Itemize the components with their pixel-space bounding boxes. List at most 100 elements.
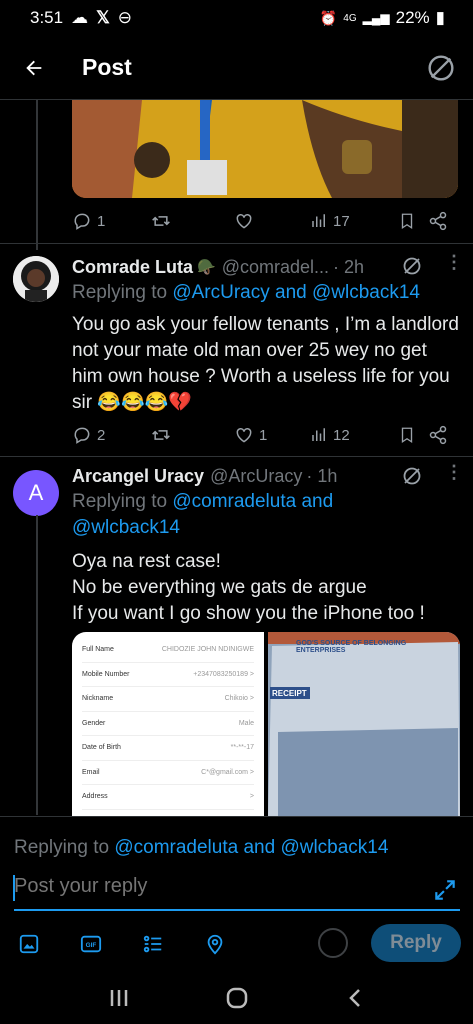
poll-button[interactable] [142,933,164,955]
replying-prefix: Replying to [14,837,110,858]
thread-connector [36,100,38,250]
author-handle[interactable]: @comradel... [222,257,329,278]
profile-row: Nickname Chikoio > [82,687,254,712]
repost-icon [152,430,170,440]
grok-icon[interactable] [400,464,424,488]
profile-screenshot-image[interactable]: Full Name CHIDOZIE JOHN NDINIGWE Mobile N… [72,632,264,816]
home-icon[interactable] [225,986,249,1010]
input-underline [14,909,460,911]
row-label: Mobile Number [82,670,130,678]
expand-icon[interactable] [432,877,458,903]
share-icon [429,211,447,231]
row-label: Nickname [82,695,114,703]
receipt-header-text: GOD'S SOURCE OF BELONGING ENTERPRISES [296,640,407,654]
clock: 3:51 [30,8,64,27]
views-action[interactable]: 12 [310,426,398,444]
row-label: Address [82,793,108,801]
row-value: +2347083250189 > [193,670,254,678]
repost-action[interactable] [150,211,234,231]
tweet[interactable]: Comrade Luta 🪖 @comradel... · 2h Replyin… [72,254,462,416]
view-count: 12 [333,426,350,444]
tweet-text: You go ask your fellow tenants , I’m a l… [72,314,459,413]
repost-action[interactable] [150,425,234,445]
tweet-action-bar: 2 1 12 [72,422,456,448]
reply-to-label: Replying to @comradeluta and @wlcback14 [14,837,388,859]
row-value: CHIDOZIE JOHN NDINIGWE [161,646,254,654]
gif-button[interactable]: GIF [80,933,102,955]
replying-to-links[interactable]: @ArcUracy and @wlcback14 [172,282,420,303]
character-count-ring [318,928,348,958]
tweet-image[interactable] [72,100,458,198]
bookmark-action[interactable] [398,425,428,445]
more-options-icon[interactable]: ⋮ [445,252,463,273]
top-app-bar: Post [0,36,473,100]
system-nav-bar [0,972,473,1024]
reply-action[interactable]: 2 [72,425,150,445]
row-value: Male [238,719,254,727]
signal-icon: ▂▄▆ [362,11,390,25]
page-title: Post [82,54,132,80]
photo-image [72,100,458,198]
grok-icon[interactable] [425,52,457,84]
author-handle[interactable]: @ArcUracy [210,466,302,487]
share-action[interactable] [428,211,448,231]
profile-row: Mobile Number +2347083250189 > [82,663,254,687]
bookmark-action[interactable] [398,211,428,231]
views-action[interactable]: 17 [310,212,398,230]
avatar-image [13,256,59,302]
like-action[interactable] [234,211,310,231]
media-button[interactable] [18,933,40,955]
author-name[interactable]: Comrade Luta [72,257,193,278]
profile-row: Email C*@gmail.com > [82,761,254,785]
arrow-left-icon [26,60,42,75]
like-count: 1 [259,426,268,444]
replying-prefix: Replying to [72,491,168,512]
share-action[interactable] [428,425,448,445]
back-button[interactable] [16,50,52,86]
row-value: **-**-17 [230,744,254,752]
avatar[interactable] [13,256,59,302]
row-label: Full Name [82,646,114,654]
reply-button[interactable]: Reply [371,924,461,962]
view-count: 17 [333,212,350,230]
reply-input[interactable] [14,875,420,898]
back-nav-icon[interactable] [345,987,365,1009]
replying-to-links[interactable]: @comradeluta and @wlcback14 [114,837,388,858]
avatar[interactable]: A [13,470,59,516]
reply-count: 2 [97,426,106,444]
grok-icon[interactable] [400,254,424,278]
row-label: Gender [82,719,106,727]
analytics-icon [312,428,325,441]
replying-to: Replying to @comradeluta and @wlcback14 [72,489,372,541]
status-bar: 3:51 ☁ 𝕏 ⊖ ⏰ 4G ▂▄▆ 22% ▮ [0,0,473,36]
profile-row: Date of Birth **-**-17 [82,736,254,761]
author-name[interactable]: Arcangel Uracy [72,466,204,487]
location-button[interactable] [204,933,226,955]
divider [0,243,473,244]
reply-composer: Replying to @comradeluta and @wlcback14 [0,816,473,916]
tweet-action-bar: 1 17 [72,208,456,234]
alarm-icon: ⏰ [319,9,338,26]
svg-text:GIF: GIF [86,942,97,949]
row-value: Chikoio > [224,695,254,703]
helmet-emoji-icon: 🪖 [197,259,216,276]
replying-prefix: Replying to [72,282,168,303]
image-icon [19,934,39,954]
reply-action[interactable]: 1 [72,211,150,231]
recents-icon[interactable] [108,988,130,1008]
replying-to: Replying to @ArcUracy and @wlcback14 [72,280,462,306]
row-label: Email [82,768,100,776]
row-value: C*@gmail.com > [201,768,254,776]
like-action[interactable]: 1 [234,425,310,445]
reply-count: 1 [97,212,106,230]
profile-row: Full Name CHIDOZIE JOHN NDINIGWE [82,638,254,663]
avatar-letter: A [28,480,44,505]
bookmark-icon [401,427,413,444]
receipt-label: RECEIPT [272,689,307,698]
more-options-icon[interactable]: ⋮ [445,462,463,483]
network-type: 4G [343,12,357,24]
receipt-image[interactable]: GOD'S SOURCE OF BELONGING ENTERPRISES RE… [268,632,460,816]
profile-row: Gender Male [82,712,254,736]
thread-connector [36,515,38,815]
receipt-photo [268,632,460,816]
